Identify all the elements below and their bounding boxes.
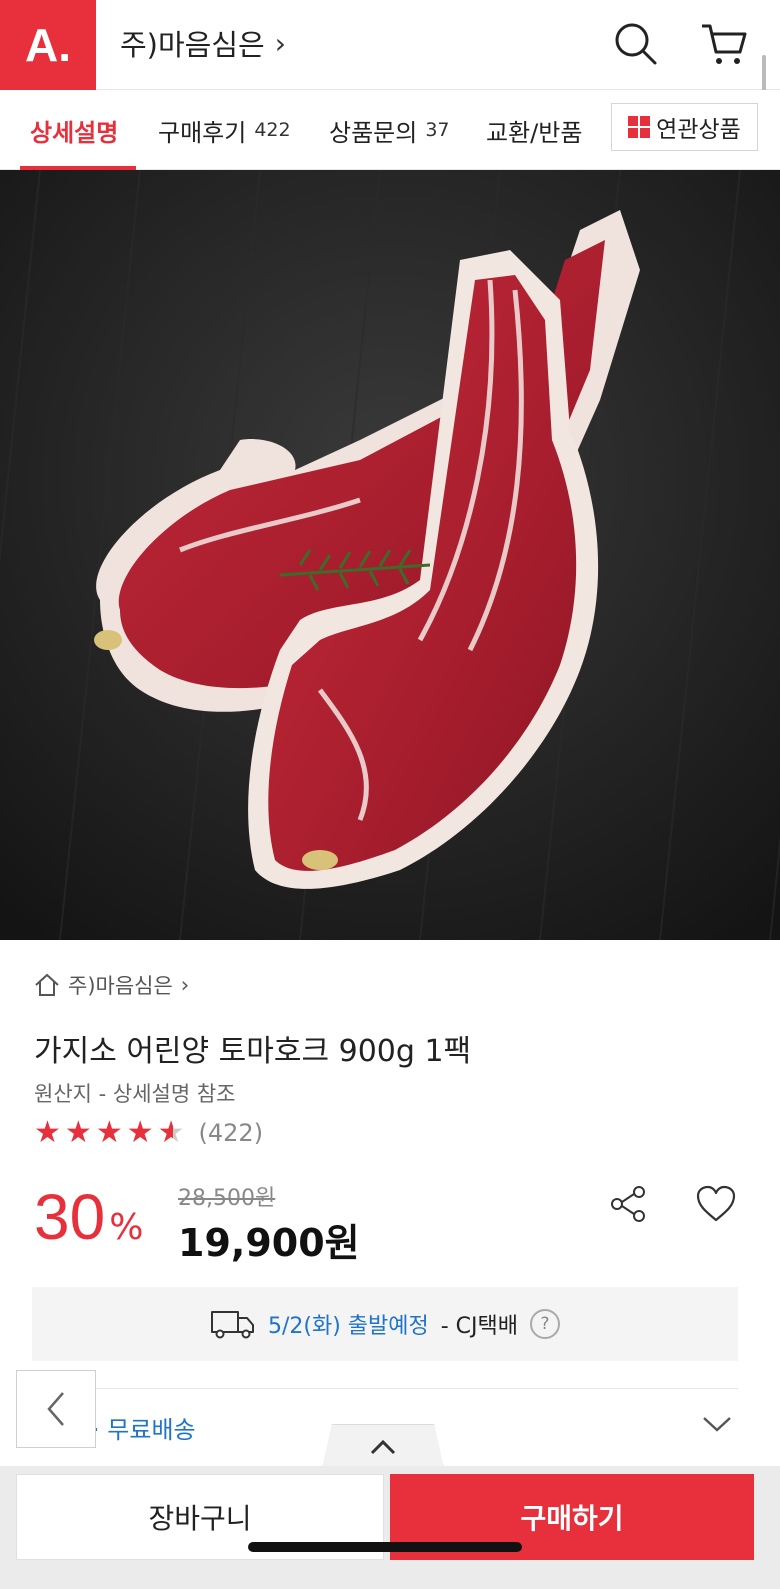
sale-price: 19,900원 <box>178 1221 360 1265</box>
star-icon: ★ <box>64 1115 92 1150</box>
shipping-info: 5/2(화) 출발예정 - CJ택배 ? <box>32 1287 738 1361</box>
related-products-label: 연관상품 <box>656 117 741 143</box>
discount-number: 30 <box>34 1181 106 1253</box>
star-icon: ★ <box>126 1115 154 1150</box>
tab-label: 구매후기 <box>158 118 247 147</box>
store-title-text: 주)마음심은 <box>120 28 265 62</box>
product-origin: 원산지 - 상세설명 참조 <box>34 1082 236 1106</box>
delivery-truck-icon <box>210 1311 254 1339</box>
help-icon[interactable]: ? <box>530 1309 561 1339</box>
tab-label: 상세설명 <box>30 118 119 147</box>
rating-count: (422) <box>198 1119 264 1147</box>
delivery-fee[interactable]: · 무료배송 <box>92 1410 196 1445</box>
tab-count: 37 <box>425 119 450 141</box>
product-title: 가지소 어린양 토마호크 900g 1팩 <box>34 1034 472 1069</box>
store-link[interactable]: 주)마음심은 › <box>34 970 189 1000</box>
star-icon: ★ <box>34 1115 61 1150</box>
grid-icon <box>628 116 651 138</box>
home-indicator[interactable] <box>248 1542 522 1552</box>
tab-reviews[interactable]: 구매후기 422 <box>158 90 291 170</box>
search-icon[interactable] <box>612 20 662 70</box>
discount-rate: 30 % <box>34 1180 143 1254</box>
rating-stars[interactable]: ★ ★ ★ ★ ★ (422) <box>34 1118 263 1148</box>
related-products-button[interactable]: 연관상품 <box>611 103 758 151</box>
brand-logo[interactable]: A. <box>0 0 96 90</box>
chevron-up-icon <box>370 1439 396 1454</box>
chevron-down-icon[interactable] <box>700 1412 734 1436</box>
chevron-left-icon <box>47 1392 64 1426</box>
discount-percent: % <box>109 1207 144 1248</box>
chevron-right-icon: › <box>180 973 190 997</box>
store-title-link[interactable]: 주)마음심은 › <box>120 22 286 64</box>
original-price: 28,500원 <box>178 1186 276 1211</box>
ship-date: 5/2(화) 출발예정 <box>267 1314 429 1339</box>
tab-count: 422 <box>254 119 291 141</box>
top-header: A. 주)마음심은 › <box>0 0 780 175</box>
back-button[interactable] <box>16 1370 96 1448</box>
home-icon <box>35 973 59 996</box>
tab-label: 상품문의 <box>329 118 418 147</box>
star-icon: ★ <box>95 1115 123 1150</box>
half-star-icon: ★ <box>157 1115 185 1150</box>
tab-label: 교환/반품 <box>486 118 583 147</box>
heart-icon[interactable] <box>695 1184 737 1224</box>
expand-handle[interactable] <box>322 1424 444 1468</box>
tab-exchange-return[interactable]: 교환/반품 <box>486 90 596 170</box>
share-icon[interactable] <box>608 1184 648 1224</box>
delivery-fee-label: 무료배송 <box>107 1416 196 1444</box>
store-link-text: 주)마음심은 <box>68 974 173 998</box>
tab-detail[interactable]: 상세설명 <box>30 90 118 170</box>
product-image[interactable] <box>0 170 780 940</box>
chevron-right-icon: › <box>274 26 286 60</box>
divider <box>32 1388 738 1389</box>
bottom-action-bar: 장바구니 구매하기 <box>0 1466 780 1589</box>
tab-inquiries[interactable]: 상품문의 37 <box>329 90 450 170</box>
tab-bar: 상세설명 구매후기 422 상품문의 37 교환/반품 연관상품 <box>0 90 780 170</box>
cart-icon[interactable] <box>700 20 750 70</box>
ship-carrier: - CJ택배 <box>440 1314 519 1339</box>
